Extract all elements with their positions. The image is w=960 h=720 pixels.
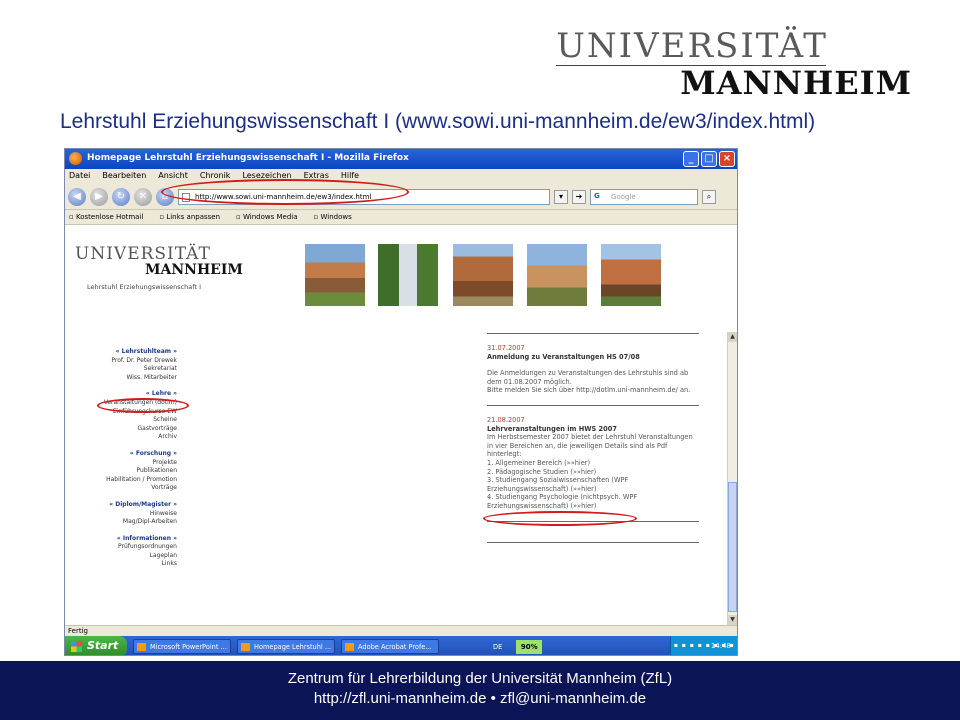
status-bar: Fertig	[65, 625, 737, 636]
campus-photo	[378, 244, 438, 306]
footer-line1: Zentrum für Lehrerbildung der Universitä…	[287, 670, 673, 687]
news-link-item-paedagogische-studien[interactable]: 2. Pädagogische Studien (»»hier)	[487, 468, 699, 477]
bookmark-links-anpassen[interactable]: Links anpassen	[159, 213, 220, 224]
back-arrow-icon[interactable]: ◀	[68, 187, 86, 206]
maximize-button[interactable]: □	[701, 151, 717, 167]
nav-item[interactable]: Gastvorträge	[65, 425, 178, 434]
highlight-url	[161, 179, 409, 205]
battery-indicator: 90%	[516, 639, 543, 654]
system-tray: 14:48	[669, 636, 737, 655]
news-date: 31.07.2007	[487, 344, 525, 352]
nav-item[interactable]: Projekte	[65, 459, 177, 468]
menu-bearbeiten[interactable]: Bearbeiten	[102, 171, 146, 184]
nav-item[interactable]: Mag/Dipl-Arbeiten	[65, 518, 177, 527]
stop-icon[interactable]: ✕	[134, 187, 152, 206]
news-heading: Anmeldung zu Veranstaltungen HS 07/08	[487, 352, 640, 361]
language-indicator[interactable]: DE	[493, 643, 502, 651]
nav-item[interactable]: Sekretariat	[65, 365, 177, 374]
news-text: Bitte melden Sie sich über http://dotlm.…	[487, 386, 691, 395]
start-button[interactable]: Start	[65, 636, 127, 655]
highlight-veranstaltungen	[97, 398, 189, 413]
search-icon[interactable]: ⌕	[702, 189, 716, 204]
window-titlebar: Homepage Lehrstuhl Erziehungswissenschaf…	[65, 149, 737, 169]
nav-item[interactable]: Links	[65, 560, 177, 569]
bookmark-hotmail[interactable]: Kostenlose Hotmail	[69, 213, 143, 224]
vertical-scrollbar[interactable]: ▲ ▼	[727, 332, 737, 625]
highlight-paedagogische-studien	[483, 511, 637, 526]
news-link-item[interactable]: 3. Studiengang Sozialwissenschaften (WPF…	[487, 476, 699, 493]
divider	[487, 333, 699, 334]
campus-photo	[453, 244, 513, 306]
nav-head-diplom-magister[interactable]: « Diplom/Magister »	[65, 501, 177, 510]
search-placeholder: Google	[611, 192, 636, 201]
task-acrobat[interactable]: Adobe Acrobat Profe...	[341, 639, 439, 654]
campus-photo	[305, 244, 365, 306]
nav-item[interactable]: Scheine	[65, 416, 177, 425]
nav-item[interactable]: Habilitation / Promotion	[65, 476, 177, 485]
go-icon[interactable]: ➔	[572, 189, 586, 204]
menu-bar: Datei Bearbeiten Ansicht Chronik Lesezei…	[65, 169, 737, 184]
task-powerpoint[interactable]: Microsoft PowerPoint ...	[133, 639, 231, 654]
nav-head-informationen[interactable]: « Informationen »	[65, 535, 177, 544]
bookmark-windows[interactable]: Windows	[314, 213, 352, 224]
nav-item[interactable]: Archiv	[65, 433, 177, 442]
site-subtitle: Lehrstuhl Erziehungswissenschaft I	[87, 283, 201, 291]
window-controls: _ □ ×	[683, 151, 735, 167]
reload-icon[interactable]: ↻	[112, 187, 130, 206]
windows-taskbar: Start Microsoft PowerPoint ... Homepage …	[65, 636, 737, 655]
site-logo-line1: UNIVERSITÄT	[75, 244, 211, 264]
menu-ansicht[interactable]: Ansicht	[158, 171, 188, 184]
news-link-item[interactable]: 1. Allgemeiner Bereich (»»hier)	[487, 459, 699, 468]
divider	[487, 541, 699, 543]
logo-line1: UNIVERSITÄT	[556, 26, 828, 66]
campus-photo	[601, 244, 661, 306]
scrollbar-thumb[interactable]	[728, 482, 737, 612]
site-sidebar-nav: « Lehrstuhlteam » Prof. Dr. Peter Drewek…	[65, 348, 177, 569]
nav-item[interactable]: Publikationen	[65, 467, 178, 476]
site-logo-line2: MANNHEIM	[145, 262, 243, 278]
menu-datei[interactable]: Datei	[69, 171, 90, 184]
nav-head-lehrstuhlteam[interactable]: « Lehrstuhlteam »	[65, 348, 177, 357]
url-dropdown-icon[interactable]: ▾	[554, 189, 568, 204]
nav-item[interactable]: Hinweise	[65, 510, 177, 519]
status-text: Fertig	[68, 627, 88, 635]
slide-title: Lehrstuhl Erziehungswissenschaft I (www.…	[60, 110, 816, 133]
site-logo[interactable]: UNIVERSITÄT MANNHEIM Lehrstuhl Erziehung…	[75, 244, 243, 291]
nav-item[interactable]: Wiss. Mitarbeiter	[65, 374, 177, 383]
google-icon: G	[594, 191, 600, 200]
scroll-up-icon[interactable]: ▲	[728, 332, 737, 342]
footer-line2[interactable]: http://zfl.uni-mannheim.de • zfl@uni-man…	[0, 689, 960, 709]
bookmark-windows-media[interactable]: Windows Media	[236, 213, 298, 224]
slide-footer: Zentrum für Lehrerbildung der Universitä…	[0, 661, 960, 720]
browser-screenshot: Homepage Lehrstuhl Erziehungswissenschaf…	[64, 148, 738, 656]
clock: 14:48	[710, 642, 731, 650]
scroll-down-icon[interactable]: ▼	[728, 615, 737, 625]
nav-item[interactable]: Prüfungsordnungen	[65, 543, 177, 552]
page-content: UNIVERSITÄT MANNHEIM Lehrstuhl Erziehung…	[65, 226, 737, 625]
news-date: 21.08.2007	[487, 415, 525, 424]
nav-item[interactable]: Vorträge	[65, 484, 177, 493]
news-link-item[interactable]: 4. Studiengang Psychologie (nichtpsych. …	[487, 493, 699, 510]
news-text: Im Herbstsemester 2007 bietet der Lehrst…	[487, 433, 693, 459]
firefox-icon	[69, 152, 82, 165]
nav-item[interactable]: Lageplan	[65, 552, 177, 561]
news-heading: Lehrveranstaltungen im HWS 2007	[487, 424, 617, 433]
close-button[interactable]: ×	[719, 151, 735, 167]
minimize-button[interactable]: _	[683, 151, 699, 167]
campus-photo	[527, 244, 587, 306]
university-logo: UNIVERSITÄT MANNHEIM	[556, 28, 912, 99]
divider	[487, 404, 699, 406]
bookmarks-toolbar: Kostenlose Hotmail Links anpassen Window…	[65, 210, 737, 225]
news-text: Die Anmeldungen zu Veranstaltungen des L…	[487, 369, 689, 386]
forward-arrow-icon[interactable]: ▶	[90, 187, 108, 206]
task-firefox[interactable]: Homepage Lehrstuhl ...	[237, 639, 335, 654]
search-input[interactable]: G Google	[590, 188, 698, 205]
nav-item[interactable]: Prof. Dr. Peter Drewek	[65, 357, 177, 366]
nav-head-forschung[interactable]: « Forschung »	[65, 450, 177, 459]
window-title: Homepage Lehrstuhl Erziehungswissenschaf…	[87, 153, 409, 163]
logo-line2: MANNHEIM	[680, 64, 912, 102]
